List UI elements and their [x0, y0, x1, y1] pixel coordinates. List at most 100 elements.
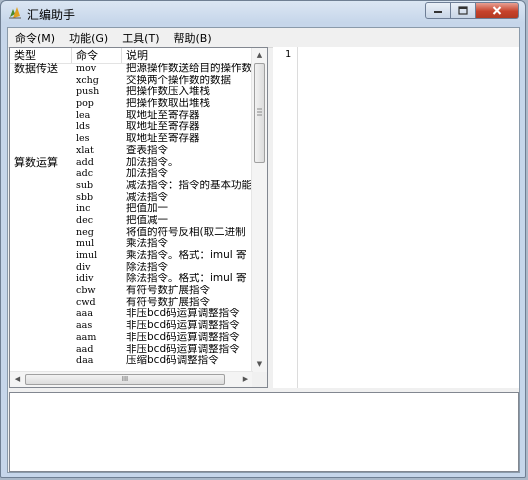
row-description: 除法指令	[126, 261, 168, 273]
row-type: 数据传送	[14, 63, 58, 75]
list-row[interactable]: xlat 查表指令	[10, 145, 253, 157]
row-description: 将值的符号反相(取二进制	[126, 226, 246, 238]
row-command: push	[76, 86, 100, 98]
app-icon	[7, 5, 23, 21]
list-row[interactable]: sub 减法指令：指令的基本功能	[10, 180, 253, 192]
list-row[interactable]: idiv 除法指令。格式：imul 寄	[10, 273, 253, 285]
row-type	[10, 110, 72, 122]
list-row[interactable]: pop 把操作数取出堆栈	[10, 98, 253, 110]
list-row[interactable]: aaa 非压bcd码运算调整指令	[10, 308, 253, 320]
row-type	[10, 262, 72, 274]
list-row[interactable]: cbw 有符号数扩展指令	[10, 285, 253, 297]
list-row[interactable]: 数据传送 mov 把源操作数送给目的操作数	[10, 63, 253, 75]
list-row[interactable]: aad 非压bcd码运算调整指令	[10, 344, 253, 356]
code-editor[interactable]: 1	[273, 47, 519, 388]
scroll-right-icon[interactable]: ▶	[239, 373, 252, 386]
scroll-left-icon[interactable]: ◀	[11, 373, 24, 386]
output-panel[interactable]	[9, 392, 519, 472]
row-command: lds	[76, 121, 90, 133]
row-command: idiv	[76, 273, 94, 285]
row-description: 非压bcd码运算调整指令	[126, 320, 240, 332]
list-row[interactable]: dec 把值减一	[10, 215, 253, 227]
row-type	[10, 344, 72, 356]
list-row[interactable]: lds 取地址至寄存器	[10, 121, 253, 133]
column-header-description[interactable]: 说明	[122, 48, 253, 63]
row-command: cwd	[76, 296, 96, 308]
close-icon	[492, 6, 502, 15]
list-row[interactable]: xchg 交换两个操作数的数据	[10, 75, 253, 87]
row-description: 非压bcd码运算调整指令	[126, 343, 240, 355]
list-row[interactable]: mul 乘法指令	[10, 238, 253, 250]
list-row[interactable]: aas 非压bcd码运算调整指令	[10, 320, 253, 332]
row-type	[10, 332, 72, 344]
list-row[interactable]: aam 非压bcd码运算调整指令	[10, 332, 253, 344]
horizontal-scrollbar[interactable]: ◀ III ▶	[10, 371, 253, 387]
list-row[interactable]: sbb 减法指令	[10, 192, 253, 204]
maximize-button[interactable]	[451, 2, 476, 19]
close-button[interactable]	[476, 2, 519, 19]
row-description: 加法指令	[126, 168, 168, 180]
row-command: sub	[76, 179, 94, 191]
row-command: xlat	[76, 144, 94, 156]
menu-function[interactable]: 功能(G)	[62, 28, 115, 47]
row-type: 算数运算	[14, 155, 58, 169]
vertical-scroll-thumb[interactable]	[254, 63, 265, 163]
list-row[interactable]: cwd 有符号数扩展指令	[10, 297, 253, 309]
row-type	[10, 203, 72, 215]
row-type	[10, 308, 72, 320]
row-command: add	[76, 156, 94, 168]
horizontal-scroll-thumb[interactable]: III	[25, 374, 225, 385]
row-type	[10, 215, 72, 227]
scroll-up-icon[interactable]: ▲	[253, 49, 266, 62]
column-header-type[interactable]: 类型	[10, 48, 72, 63]
scroll-down-icon[interactable]: ▼	[253, 358, 266, 371]
row-command: xchg	[76, 74, 99, 86]
minimize-button[interactable]	[425, 2, 451, 19]
title-bar[interactable]: 汇编助手	[1, 1, 525, 25]
row-type	[10, 238, 72, 250]
list-row[interactable]: lea 取地址至寄存器	[10, 110, 253, 122]
row-command: inc	[76, 203, 91, 215]
list-row[interactable]: imul 乘法指令。格式：imul 寄	[10, 250, 253, 262]
list-row[interactable]: inc 把值加一	[10, 203, 253, 215]
instruction-list[interactable]: 类型 命令 说明 数据传送 mov 把源操作数送给目的操作数 xchg 交换两个操作数的…	[9, 47, 268, 388]
row-description: 取地址至寄存器	[126, 121, 200, 133]
menu-tools[interactable]: 工具(T)	[115, 28, 166, 47]
list-row[interactable]: push 把操作数压入堆栈	[10, 86, 253, 98]
list-row[interactable]: les 取地址至寄存器	[10, 133, 253, 145]
row-type	[10, 297, 72, 309]
row-description: 加法指令。	[126, 156, 179, 168]
list-row[interactable]: daa 压缩bcd码调整指令	[10, 355, 253, 367]
row-description: 把值减一	[126, 214, 168, 226]
row-description: 把值加一	[126, 203, 168, 215]
row-type	[10, 75, 72, 87]
menu-help[interactable]: 帮助(B)	[167, 28, 219, 47]
list-row[interactable]: adc 加法指令	[10, 168, 253, 180]
row-command: les	[76, 133, 90, 145]
column-header-command[interactable]: 命令	[72, 48, 122, 63]
line-number-gutter: 1	[273, 47, 298, 388]
row-description: 压缩bcd码调整指令	[126, 355, 219, 367]
row-command: adc	[76, 168, 94, 180]
row-description: 除法指令。格式：imul 寄	[126, 273, 247, 285]
row-command: aad	[76, 343, 94, 355]
list-header: 类型 命令 说明	[10, 48, 253, 64]
row-type	[10, 192, 72, 204]
row-type	[10, 250, 72, 262]
row-command: aas	[76, 320, 93, 332]
menu-command[interactable]: 命令(M)	[8, 28, 62, 47]
row-description: 非压bcd码运算调整指令	[126, 331, 240, 343]
list-row[interactable]: div 除法指令	[10, 262, 253, 274]
row-type	[10, 355, 72, 367]
row-type	[10, 145, 72, 157]
row-description: 把源操作数送给目的操作数	[126, 63, 252, 74]
list-row[interactable]: neg 将值的符号反相(取二进制	[10, 227, 253, 239]
minimize-icon	[434, 10, 442, 13]
list-row[interactable]: 算数运算 add 加法指令。	[10, 155, 253, 169]
row-command: cbw	[76, 285, 96, 297]
row-type	[10, 121, 72, 133]
row-command: sbb	[76, 191, 94, 203]
row-type	[10, 98, 72, 110]
vertical-scrollbar[interactable]: ▲ ▼	[251, 48, 267, 372]
row-command: mov	[76, 63, 97, 74]
